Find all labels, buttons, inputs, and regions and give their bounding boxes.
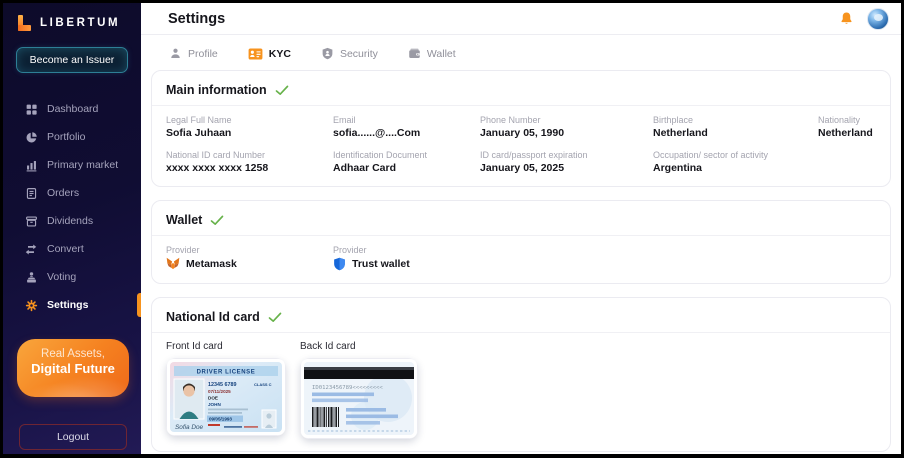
tab-kyc[interactable]: KYC <box>248 48 291 60</box>
main-information-fields: Legal Full Name Sofia Juhaan Email sofia… <box>166 106 876 174</box>
dashboard-icon <box>25 103 38 116</box>
svg-text:DRIVER LICENSE: DRIVER LICENSE <box>197 370 256 376</box>
promo-line2: Digital Future <box>17 361 129 376</box>
page-title: Settings <box>168 11 833 27</box>
sidebar-item-dividends[interactable]: Dividends <box>3 207 141 235</box>
window-frame: LIBERTUM Become an Issuer Dashboard Port… <box>0 0 904 458</box>
tab-label: Profile <box>188 48 218 60</box>
dividends-icon <box>25 215 38 228</box>
wallet-icon <box>408 47 421 60</box>
field-id-expiration: ID card/passport expiration January 05, … <box>480 150 653 174</box>
sidebar-item-primary-market[interactable]: Primary market <box>3 151 141 179</box>
provider-metamask: Provider Metamask <box>166 245 333 271</box>
trustwallet-icon <box>333 257 346 271</box>
svg-text:12345 6789: 12345 6789 <box>208 382 236 388</box>
field-identification-document: Identification Document Adhaar Card <box>333 150 480 174</box>
user-avatar[interactable] <box>867 8 889 30</box>
voting-icon <box>25 271 38 284</box>
tab-security[interactable]: Security <box>321 47 378 60</box>
gear-icon <box>25 299 38 312</box>
sidebar-item-convert[interactable]: Convert <box>3 235 141 263</box>
settings-tabs: Profile KYC Security Wallet <box>141 35 901 70</box>
back-id-block: Back Id card ID0123456789<<<<<<<<< <box>300 341 418 439</box>
sidebar-item-voting[interactable]: Voting <box>3 263 141 291</box>
app-window: LIBERTUM Become an Issuer Dashboard Port… <box>3 3 901 454</box>
portfolio-icon <box>25 131 38 144</box>
sidebar: LIBERTUM Become an Issuer Dashboard Port… <box>3 3 141 454</box>
check-icon <box>268 312 282 323</box>
national-id-card-section: National Id card Front Id card DRIVER LI… <box>151 297 891 452</box>
check-icon <box>210 215 224 226</box>
back-id-label: Back Id card <box>300 341 418 352</box>
section-title: Main information <box>166 83 267 97</box>
libertum-logo: LIBERTUM <box>3 3 141 31</box>
svg-text:Sofia Doe: Sofia Doe <box>175 424 204 431</box>
section-title: Wallet <box>166 213 202 227</box>
libertum-logo-text: LIBERTUM <box>40 17 120 29</box>
sidebar-item-label: Convert <box>47 243 84 255</box>
provider-trust-wallet: Provider Trust wallet <box>333 245 876 271</box>
tab-profile[interactable]: Profile <box>169 47 218 60</box>
svg-text:ID0123456789<<<<<<<<<: ID0123456789<<<<<<<<< <box>312 385 383 391</box>
tab-label: KYC <box>269 48 291 60</box>
field-phone-number: Phone Number January 05, 1990 <box>480 115 653 139</box>
sidebar-nav: Dashboard Portfolio Primary market Order… <box>3 95 141 319</box>
field-legal-full-name: Legal Full Name Sofia Juhaan <box>166 115 333 139</box>
notification-bell-icon[interactable] <box>833 6 859 32</box>
convert-icon <box>25 243 38 256</box>
tab-label: Security <box>340 48 378 60</box>
sidebar-item-label: Dividends <box>47 215 93 227</box>
bar-chart-icon <box>25 159 38 172</box>
sidebar-item-label: Dashboard <box>47 103 98 115</box>
sidebar-item-label: Settings <box>47 299 88 311</box>
field-email: Email sofia......@....Com <box>333 115 480 139</box>
sidebar-item-portfolio[interactable]: Portfolio <box>3 123 141 151</box>
main-content: Settings Profile KYC Security Wallet <box>141 3 901 454</box>
field-occupation: Occupation/ sector of activity Argentina <box>653 150 818 174</box>
front-id-block: Front Id card DRIVER LICENSE 12345 6789 … <box>166 341 286 439</box>
front-id-label: Front Id card <box>166 341 286 352</box>
sidebar-item-label: Portfolio <box>47 131 86 143</box>
svg-text:JOHN: JOHN <box>208 402 221 407</box>
field-national-id-number: National ID card Number xxxx xxxx xxxx 1… <box>166 150 333 174</box>
sidebar-item-label: Orders <box>47 187 79 199</box>
sidebar-item-settings[interactable]: Settings <box>3 291 141 319</box>
logout-button[interactable]: Logout <box>19 424 127 450</box>
check-icon <box>275 85 289 96</box>
field-nationality: Nationality Netherland <box>818 115 876 139</box>
sidebar-item-label: Primary market <box>47 159 118 171</box>
svg-text:07/11/2025: 07/11/2025 <box>208 389 231 394</box>
promo-line1: Real Assets, <box>17 348 129 360</box>
sidebar-item-label: Voting <box>47 271 76 283</box>
tab-label: Wallet <box>427 48 456 60</box>
id-card-icon <box>248 48 263 60</box>
field-birthplace: Birthplace Netherland <box>653 115 818 139</box>
svg-text:DOE: DOE <box>208 396 218 401</box>
promo-banner[interactable]: Real Assets, Digital Future <box>17 339 129 397</box>
svg-text:09/05/1993: 09/05/1993 <box>209 417 232 422</box>
libertum-logo-icon <box>18 15 33 31</box>
profile-icon <box>169 47 182 60</box>
orders-icon <box>25 187 38 200</box>
tab-wallet[interactable]: Wallet <box>408 47 456 60</box>
shield-icon <box>321 47 334 60</box>
wallet-providers: Provider Metamask Provider Trust wallet <box>166 236 876 271</box>
topbar: Settings <box>141 3 901 35</box>
sidebar-item-orders[interactable]: Orders <box>3 179 141 207</box>
svg-text:CLASS C: CLASS C <box>254 382 272 387</box>
main-information-card: Main information Legal Full Name Sofia J… <box>151 70 891 187</box>
wallet-card: Wallet Provider Metamask Provider Trust <box>151 200 891 284</box>
back-id-card-image[interactable]: ID0123456789<<<<<<<<< <box>300 358 418 439</box>
section-title: National Id card <box>166 310 260 324</box>
front-id-card-image[interactable]: DRIVER LICENSE 12345 6789 CLASS C 07/11/… <box>166 358 286 436</box>
become-issuer-button[interactable]: Become an Issuer <box>16 47 128 73</box>
metamask-icon <box>166 257 180 271</box>
sidebar-item-dashboard[interactable]: Dashboard <box>3 95 141 123</box>
